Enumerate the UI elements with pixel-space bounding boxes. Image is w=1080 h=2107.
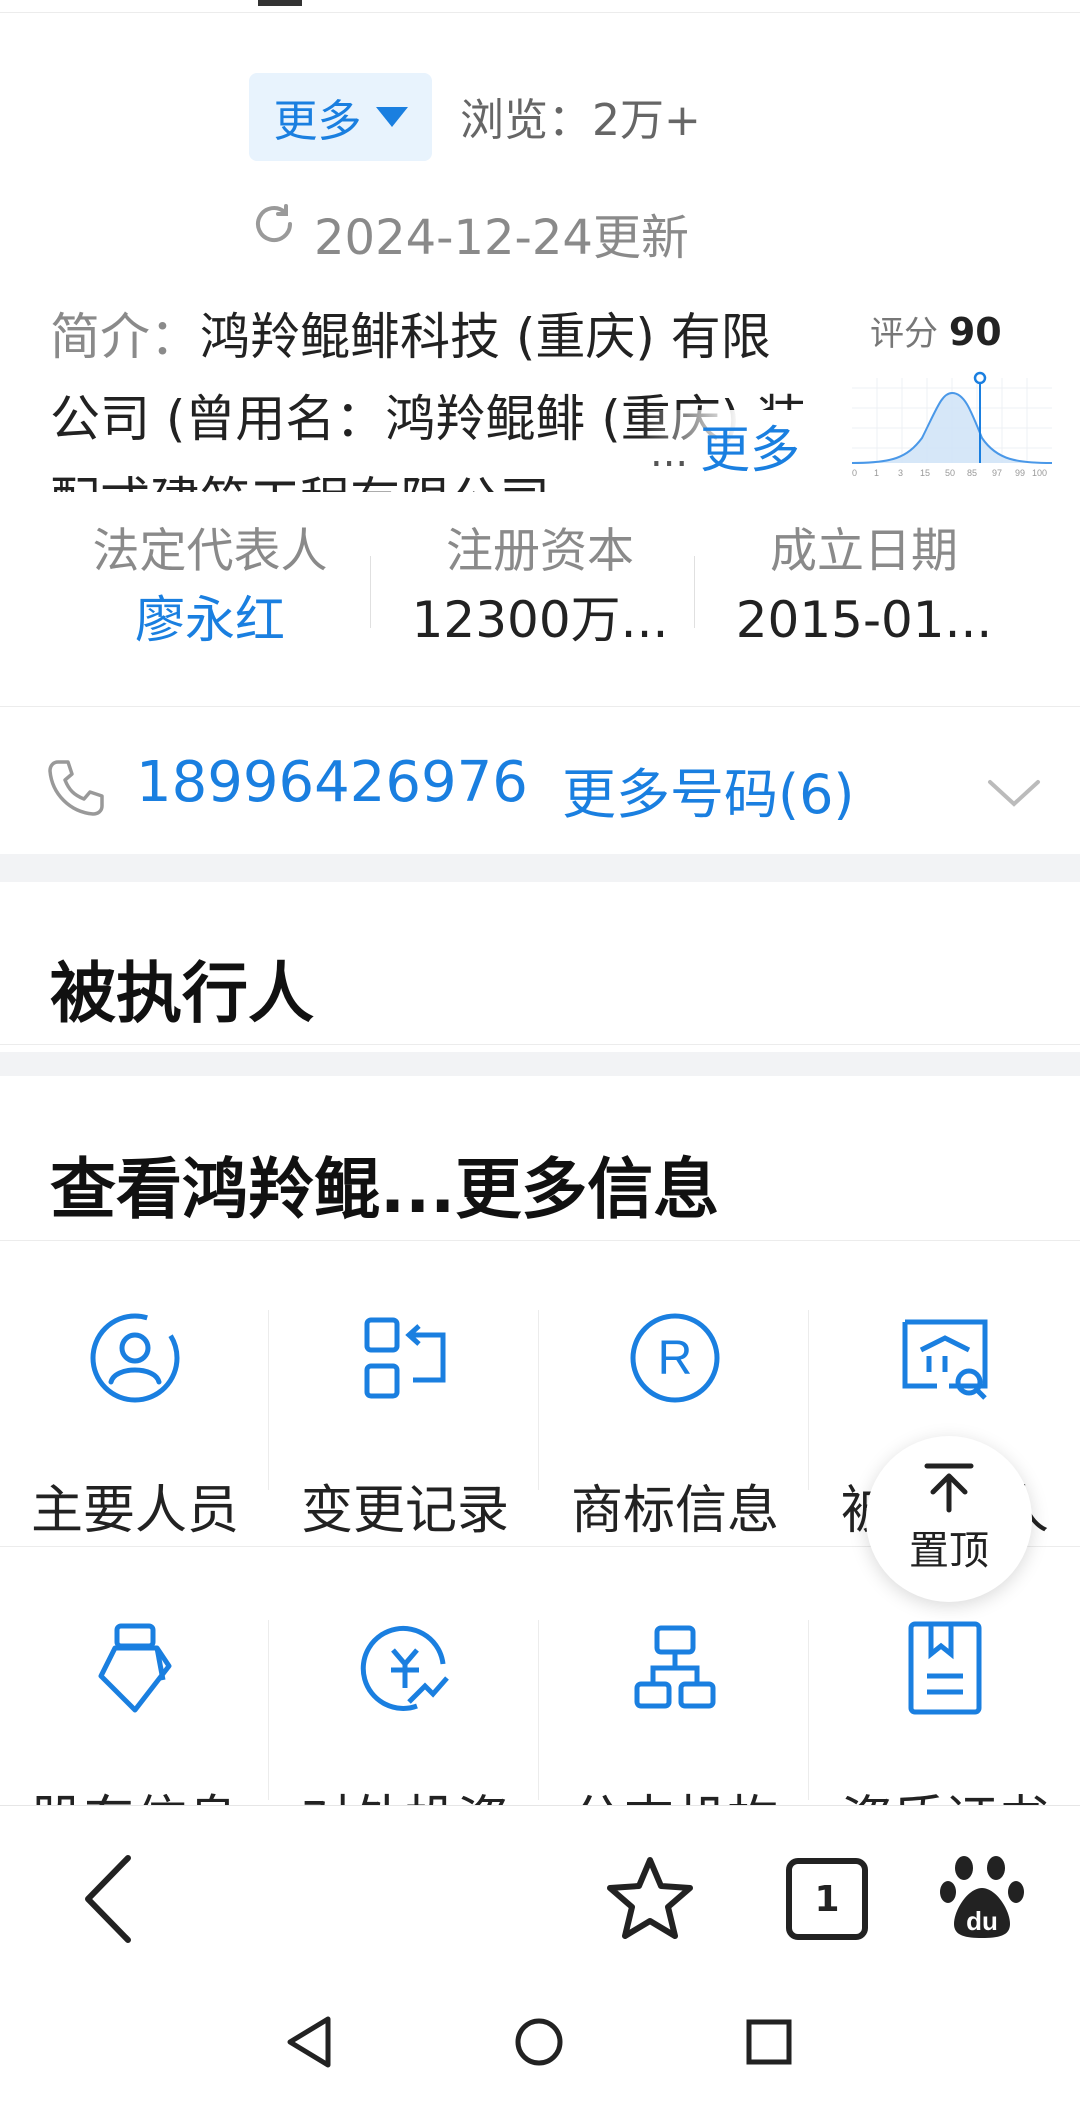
phone-number[interactable]: 18996426976 bbox=[136, 750, 528, 815]
grid-label: 对外投资 bbox=[270, 1778, 540, 1805]
grid-label: 资质证书 bbox=[810, 1778, 1080, 1805]
founded-date-value: 2015-01... bbox=[735, 591, 993, 649]
score-block[interactable]: 评分 90 bbox=[870, 306, 1002, 355]
grid-label: 股东信息 bbox=[0, 1778, 270, 1805]
views-label: 浏览： bbox=[460, 95, 592, 146]
more-tags-button[interactable]: 更多 bbox=[249, 73, 432, 161]
tabs-count: 1 bbox=[814, 1878, 840, 1920]
grid-item-certificate[interactable]: 资质证书 bbox=[810, 1620, 1080, 1805]
score-tick: 97 bbox=[992, 468, 1002, 478]
intro-label: 简介： bbox=[50, 308, 200, 366]
legal-rep-block[interactable]: 法定代表人 廖永红 bbox=[48, 520, 372, 656]
grid-label: 商标信息 bbox=[570, 1481, 779, 1541]
grid-item-key-personnel[interactable]: 主要人员 bbox=[0, 1310, 270, 1543]
certificate-icon bbox=[908, 1621, 982, 1715]
section-divider bbox=[0, 1044, 1080, 1045]
baidu-paw-icon[interactable]: du bbox=[940, 1852, 1024, 1942]
top-divider bbox=[0, 12, 1080, 13]
section-gap bbox=[0, 1052, 1080, 1076]
grid-separator bbox=[268, 1310, 269, 1490]
grid-label: 分支机构 bbox=[540, 1778, 810, 1805]
grid-item-investment[interactable]: 对外投资 bbox=[270, 1620, 540, 1805]
shareholder-icon bbox=[98, 1623, 172, 1713]
legal-rep-title: 法定代表人 bbox=[92, 524, 328, 579]
views-value: 2万+ bbox=[592, 95, 701, 146]
grid-separator bbox=[268, 1620, 269, 1800]
caret-down-icon bbox=[375, 107, 408, 127]
info-separator bbox=[694, 556, 695, 628]
phone-icon[interactable] bbox=[44, 756, 108, 820]
branch-icon bbox=[634, 1625, 716, 1709]
score-tick: 99 bbox=[1015, 468, 1025, 478]
grid-item-change-record[interactable]: 变更记录 bbox=[270, 1310, 540, 1543]
grid-item-trademark[interactable]: R 商标信息 bbox=[540, 1310, 810, 1543]
svg-text:du: du bbox=[966, 1906, 998, 1936]
registered-capital-block: 注册资本 12300万... bbox=[378, 520, 702, 656]
grid-item-shareholder[interactable]: 股东信息 bbox=[0, 1620, 270, 1805]
score-tick: 3 bbox=[898, 468, 903, 478]
score-tick: 15 bbox=[920, 468, 930, 478]
court-search-icon bbox=[902, 1319, 988, 1400]
grid-separator bbox=[538, 1620, 539, 1800]
legal-rep-value[interactable]: 廖永红 bbox=[48, 584, 372, 656]
score-tick: 100 bbox=[1032, 468, 1047, 478]
investment-icon bbox=[360, 1625, 449, 1711]
back-icon[interactable] bbox=[78, 1854, 138, 1944]
section-gap bbox=[0, 854, 1080, 882]
executed-section-title: 被执行人 bbox=[50, 955, 314, 1032]
system-nav-bar bbox=[0, 1985, 1080, 2107]
more-tags-label: 更多 bbox=[273, 96, 362, 147]
grid-label: 主要人员 bbox=[30, 1481, 239, 1541]
cropped-title-fragment bbox=[258, 0, 318, 28]
bookmark-star-icon[interactable] bbox=[604, 1854, 696, 1942]
views-counter: 浏览：2万+ bbox=[460, 84, 701, 148]
arrow-up-icon bbox=[924, 1463, 974, 1513]
grid-label: 变更记录 bbox=[300, 1481, 509, 1541]
nav-recents-icon[interactable] bbox=[746, 2019, 792, 2065]
nav-home-icon[interactable] bbox=[514, 2017, 564, 2067]
score-distribution-chart: 0 1 3 15 50 85 97 99 100 bbox=[852, 371, 1052, 478]
update-date: 2024-12-24更新 bbox=[314, 210, 689, 266]
more-phones-link[interactable]: 更多号码(6) bbox=[562, 750, 855, 829]
score-label: 评分 bbox=[870, 314, 938, 354]
score-tick: 1 bbox=[874, 468, 879, 478]
score-tick: 0 bbox=[852, 468, 857, 478]
scroll-to-top-label: 置顶 bbox=[909, 1528, 989, 1574]
grid-separator bbox=[808, 1620, 809, 1800]
grid-separator bbox=[808, 1310, 809, 1490]
founded-date-block: 成立日期 2015-01... bbox=[702, 520, 1026, 656]
browser-toolbar: 1 du bbox=[0, 1805, 1080, 1986]
scroll-to-top-button[interactable]: 置顶 bbox=[866, 1436, 1032, 1602]
trademark-icon: R bbox=[630, 1313, 720, 1403]
score-tick: 50 bbox=[945, 468, 955, 478]
tabs-button[interactable]: 1 bbox=[786, 1858, 868, 1940]
section-divider bbox=[0, 1240, 1080, 1241]
intro-ellipsis: ... bbox=[650, 430, 689, 476]
score-value: 90 bbox=[948, 310, 1002, 354]
registered-capital-title: 注册资本 bbox=[446, 524, 634, 579]
grid-item-branch[interactable]: 分支机构 bbox=[540, 1620, 810, 1805]
change-record-icon bbox=[364, 1317, 446, 1399]
info-separator bbox=[370, 556, 371, 628]
nav-back-icon[interactable] bbox=[284, 2015, 334, 2069]
founded-date-title: 成立日期 bbox=[770, 524, 958, 579]
grid-separator bbox=[538, 1310, 539, 1490]
intro-more-link[interactable]: 更多 bbox=[700, 410, 800, 482]
registered-capital-value: 12300万... bbox=[411, 591, 669, 649]
chevron-down-icon[interactable] bbox=[986, 776, 1042, 812]
person-icon bbox=[90, 1313, 180, 1403]
info-divider bbox=[0, 706, 1080, 707]
svg-text:R: R bbox=[658, 1332, 693, 1385]
refresh-icon[interactable] bbox=[250, 200, 298, 248]
score-tick: 85 bbox=[967, 468, 977, 478]
more-info-title: 查看鸿羚鲲...更多信息 bbox=[50, 1151, 720, 1228]
